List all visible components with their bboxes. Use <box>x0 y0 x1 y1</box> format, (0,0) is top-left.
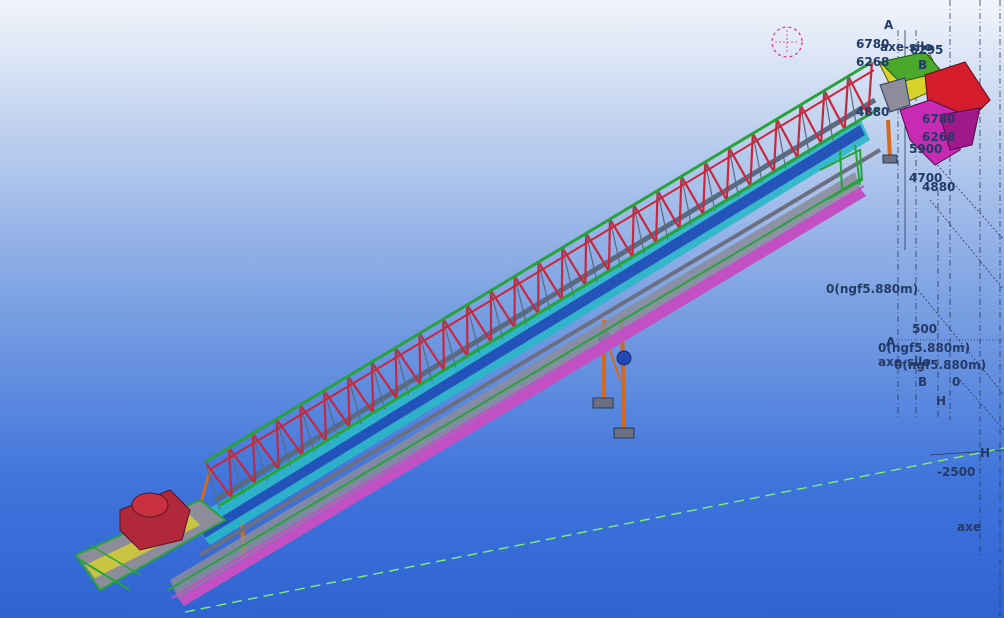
3d-viewport[interactable]: A 6780 axe-silo 6295 6268 B 4880 6780 62… <box>0 0 1004 618</box>
ngf-level-label: 0(ngf5.880m) <box>826 282 919 296</box>
level-label: 4880 <box>922 180 956 194</box>
level-label: 500 <box>912 322 938 336</box>
conveyor-belt[interactable] <box>190 97 882 557</box>
level-label: 6268 <box>856 55 890 69</box>
level-label: -2500 <box>937 465 976 479</box>
ngf-level-label: 0(ngf5.880m) <box>894 358 987 372</box>
conveyor-model[interactable] <box>0 0 1004 618</box>
level-label: 0 <box>952 375 961 389</box>
walkway[interactable] <box>167 172 866 606</box>
grid-label-b: B <box>918 58 928 72</box>
level-label: 4880 <box>856 105 890 119</box>
level-label: 6295 <box>910 43 944 57</box>
axis-label: axe <box>957 520 981 534</box>
grid-label-b: B <box>918 375 928 389</box>
grid-label-a: A <box>884 18 894 32</box>
grid-label-h: H <box>980 446 991 460</box>
ngf-level-label: 0(ngf5.880m) <box>878 341 971 355</box>
level-label: 6780 <box>922 112 956 126</box>
level-label: 5900 <box>909 142 943 156</box>
view-center-marker[interactable] <box>771 26 803 58</box>
grid-label-h: H <box>936 394 947 408</box>
